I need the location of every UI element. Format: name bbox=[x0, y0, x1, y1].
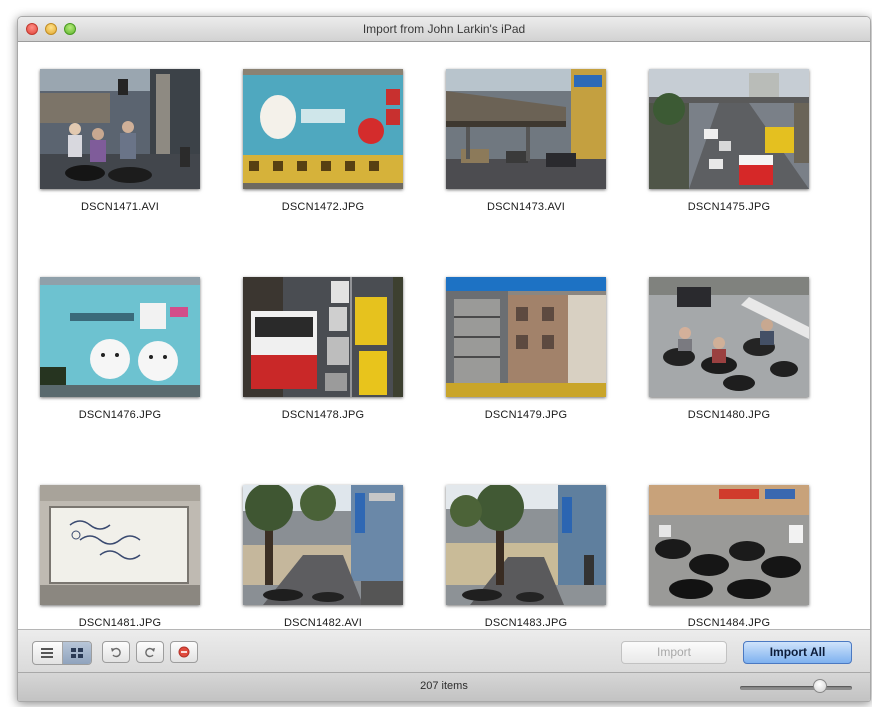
list-view-button[interactable] bbox=[33, 642, 63, 664]
rotate-right-icon bbox=[145, 647, 155, 658]
photo-item[interactable]: DSCN1479.JPG bbox=[446, 277, 606, 421]
thumbnail-size-slider-knob[interactable] bbox=[813, 679, 827, 693]
photo-thumbnail[interactable] bbox=[649, 485, 809, 605]
photo-thumbnail[interactable] bbox=[40, 69, 200, 189]
photo-thumbnail[interactable] bbox=[446, 277, 606, 397]
photo-filename: DSCN1473.AVI bbox=[486, 201, 565, 213]
photo-filename: DSCN1476.JPG bbox=[78, 409, 162, 421]
photo-thumbnail[interactable] bbox=[446, 485, 606, 605]
import-button[interactable]: Import bbox=[621, 641, 727, 664]
photo-item[interactable]: DSCN1478.JPG bbox=[243, 277, 403, 421]
photo-filename: DSCN1480.JPG bbox=[687, 409, 771, 421]
rotate-right-button[interactable] bbox=[136, 641, 164, 663]
photo-filename: DSCN1475.JPG bbox=[687, 201, 771, 213]
view-mode-control bbox=[32, 641, 92, 665]
rotate-left-button[interactable] bbox=[102, 641, 130, 663]
photo-filename: DSCN1471.AVI bbox=[80, 201, 159, 213]
photo-item[interactable]: DSCN1475.JPG bbox=[649, 69, 809, 213]
thumbnail-size-slider[interactable] bbox=[740, 686, 852, 690]
photo-filename: DSCN1482.AVI bbox=[283, 617, 362, 629]
status-bar: 207 items bbox=[18, 672, 870, 701]
photo-item[interactable]: DSCN1484.JPG bbox=[649, 485, 809, 629]
grid-view-icon bbox=[70, 648, 83, 658]
photo-item[interactable]: DSCN1473.AVI bbox=[446, 69, 606, 213]
photo-thumbnail[interactable] bbox=[40, 485, 200, 605]
photo-item[interactable]: DSCN1476.JPG bbox=[40, 277, 200, 421]
photo-thumbnail[interactable] bbox=[243, 69, 403, 189]
list-view-icon bbox=[41, 648, 54, 658]
photo-filename: DSCN1481.JPG bbox=[78, 617, 162, 629]
photo-thumbnail[interactable] bbox=[649, 277, 809, 397]
import-all-button[interactable]: Import All bbox=[743, 641, 852, 664]
photo-filename: DSCN1479.JPG bbox=[484, 409, 568, 421]
photo-item[interactable]: DSCN1482.AVI bbox=[243, 485, 403, 629]
rotate-left-icon bbox=[111, 647, 121, 658]
photo-thumbnail[interactable] bbox=[446, 69, 606, 189]
photo-item[interactable]: DSCN1472.JPG bbox=[243, 69, 403, 213]
photo-item[interactable]: DSCN1483.JPG bbox=[446, 485, 606, 629]
photo-item[interactable]: DSCN1471.AVI bbox=[40, 69, 200, 213]
title-bar[interactable]: Import from John Larkin's iPad bbox=[18, 17, 870, 42]
delete-button[interactable] bbox=[170, 641, 198, 663]
delete-icon bbox=[178, 646, 190, 658]
import-window: Import from John Larkin's iPad DSCN1471.… bbox=[17, 16, 871, 702]
photo-item[interactable]: DSCN1480.JPG bbox=[649, 277, 809, 421]
photo-filename: DSCN1478.JPG bbox=[281, 409, 365, 421]
photo-thumbnail[interactable] bbox=[243, 277, 403, 397]
photo-thumbnail[interactable] bbox=[649, 69, 809, 189]
photo-thumbnail[interactable] bbox=[40, 277, 200, 397]
photo-filename: DSCN1483.JPG bbox=[484, 617, 568, 629]
photo-filename: DSCN1472.JPG bbox=[281, 201, 365, 213]
photo-item[interactable]: DSCN1481.JPG bbox=[40, 485, 200, 629]
photo-grid: DSCN1471.AVI DSCN1472.JPG DSCN1473.AVI D… bbox=[18, 42, 870, 629]
photo-thumbnail[interactable] bbox=[243, 485, 403, 605]
grid-view-button[interactable] bbox=[62, 642, 91, 664]
photo-filename: DSCN1484.JPG bbox=[687, 617, 771, 629]
window-title: Import from John Larkin's iPad bbox=[362, 22, 526, 36]
import-toolbar: Import Import All bbox=[18, 629, 870, 672]
